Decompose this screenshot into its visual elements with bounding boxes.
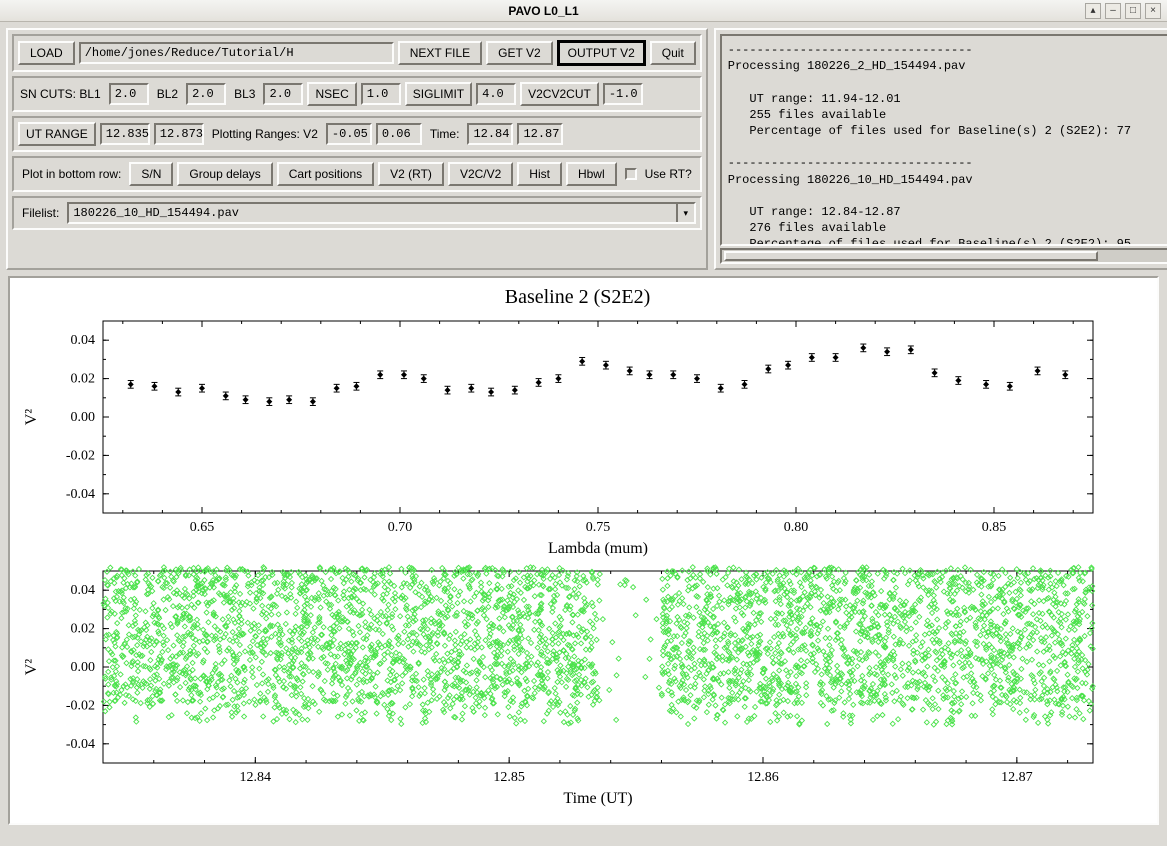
filelist-input[interactable]: 180226_10_HD_154494.pav — [69, 204, 675, 222]
v2cv2cut-input[interactable]: -1.0 — [603, 83, 643, 105]
svg-text:-0.04: -0.04 — [66, 737, 95, 752]
svg-text:Lambda (mum): Lambda (mum) — [548, 540, 648, 557]
nsec-label: NSEC — [307, 82, 356, 106]
row-filelist: Filelist: 180226_10_HD_154494.pav ▾ — [12, 196, 702, 230]
svg-text:12.85: 12.85 — [493, 770, 525, 785]
chart-title: Baseline 2 (S2E2) — [18, 286, 1137, 309]
filelist-combo[interactable]: 180226_10_HD_154494.pav ▾ — [67, 202, 695, 224]
nsec-input[interactable]: 1.0 — [361, 83, 401, 105]
v2-hi-input[interactable]: 0.06 — [376, 123, 422, 145]
svg-text:0.02: 0.02 — [71, 372, 96, 387]
path-input[interactable]: /home/jones/Reduce/Tutorial/H — [79, 42, 394, 64]
dropdown-icon[interactable]: ▾ — [676, 204, 694, 222]
use-rt-checkbox[interactable] — [625, 168, 637, 180]
svg-text:0.85: 0.85 — [982, 520, 1007, 535]
next-file-button[interactable]: NEXT FILE — [398, 41, 482, 65]
plotting-ranges-label: Plotting Ranges: V2 — [208, 124, 322, 144]
svg-text:0.00: 0.00 — [71, 660, 96, 675]
v2-rt-button[interactable]: V2 (RT) — [378, 162, 444, 186]
v2cv2cut-label: V2CV2CUT — [520, 82, 599, 106]
svg-text:-0.02: -0.02 — [66, 698, 95, 713]
row-plot-options: Plot in bottom row: S/N Group delays Car… — [12, 156, 702, 192]
chart-bottom: -0.04 -0.02 0.00 0.02 0.04 12.84 12.85 12.86 12.… — [18, 563, 1113, 813]
load-button[interactable]: LOAD — [18, 41, 75, 65]
filelist-label: Filelist: — [18, 203, 63, 223]
get-v2-button[interactable]: GET V2 — [486, 41, 552, 65]
svg-text:12.87: 12.87 — [1001, 770, 1033, 785]
svg-text:0.65: 0.65 — [190, 520, 215, 535]
row-utrange: UT RANGE 12.835 12.873 Plotting Ranges: … — [12, 116, 702, 152]
svg-text:0.70: 0.70 — [388, 520, 413, 535]
output-v2-button[interactable]: OUTPUT V2 — [557, 40, 646, 66]
bl2-input[interactable]: 2.0 — [186, 83, 226, 105]
svg-text:0.75: 0.75 — [586, 520, 611, 535]
use-rt-label: Use RT? — [641, 164, 696, 184]
siglimit-input[interactable]: 4.0 — [476, 83, 516, 105]
titlebar-roll-icon[interactable]: ▴ — [1085, 3, 1101, 19]
svg-text:0.04: 0.04 — [71, 583, 96, 598]
minimize-icon[interactable]: – — [1105, 3, 1121, 19]
svg-text:V²: V² — [23, 409, 40, 426]
scroll-trough[interactable] — [720, 248, 1167, 264]
maximize-icon[interactable]: □ — [1125, 3, 1141, 19]
ut-hi-input[interactable]: 12.873 — [154, 123, 204, 145]
svg-text:-0.04: -0.04 — [66, 487, 95, 502]
row-sncuts: SN CUTS: BL1 2.0 BL2 2.0 BL3 2.0 NSEC 1.… — [12, 76, 702, 112]
log-hscrollbar[interactable]: ◂ ▸ — [720, 248, 1167, 264]
ut-lo-input[interactable]: 12.835 — [100, 123, 150, 145]
bl3-input[interactable]: 2.0 — [263, 83, 303, 105]
window-title: PAVO L0_L1 — [508, 4, 578, 18]
v2cv2-button[interactable]: V2C/V2 — [448, 162, 513, 186]
close-icon[interactable]: × — [1145, 3, 1161, 19]
utrange-label: UT RANGE — [18, 122, 96, 146]
svg-text:12.84: 12.84 — [240, 770, 272, 785]
cart-positions-button[interactable]: Cart positions — [277, 162, 374, 186]
svg-text:0.04: 0.04 — [71, 333, 96, 348]
bl2-label: BL2 — [153, 84, 182, 104]
controls-panel: LOAD /home/jones/Reduce/Tutorial/H NEXT … — [6, 28, 708, 270]
log-text: ---------------------------------- Proce… — [720, 34, 1167, 246]
time-lo-input[interactable]: 12.84 — [467, 123, 513, 145]
bl3-label: BL3 — [230, 84, 259, 104]
plot-in-bottom-label: Plot in bottom row: — [18, 164, 125, 184]
chart-top: -0.04 -0.02 0.00 0.02 0.04 0.65 0.70 0.75 0.80 0.… — [18, 313, 1113, 563]
sn-button[interactable]: S/N — [129, 162, 173, 186]
svg-text:0.00: 0.00 — [71, 410, 96, 425]
scroll-thumb[interactable] — [724, 251, 1098, 261]
svg-text:12.86: 12.86 — [747, 770, 779, 785]
titlebar: PAVO L0_L1 ▴ – □ × — [0, 0, 1167, 22]
siglimit-label: SIGLIMIT — [405, 82, 472, 106]
svg-text:Time (UT): Time (UT) — [563, 790, 632, 807]
svg-text:-0.02: -0.02 — [66, 448, 95, 463]
row-file-controls: LOAD /home/jones/Reduce/Tutorial/H NEXT … — [12, 34, 702, 72]
hist-button[interactable]: Hist — [517, 162, 562, 186]
time-label: Time: — [426, 124, 464, 144]
log-panel: ---------------------------------- Proce… — [714, 28, 1167, 270]
quit-button[interactable]: Quit — [650, 41, 696, 65]
group-delays-button[interactable]: Group delays — [177, 162, 272, 186]
time-hi-input[interactable]: 12.87 — [517, 123, 563, 145]
v2-lo-input[interactable]: -0.05 — [326, 123, 372, 145]
bl1-input[interactable]: 2.0 — [109, 83, 149, 105]
svg-text:0.80: 0.80 — [784, 520, 809, 535]
svg-text:V²: V² — [23, 659, 40, 676]
svg-text:0.02: 0.02 — [71, 622, 96, 637]
chart-pane: Baseline 2 (S2E2) -0.04 -0.02 0.00 0.02 0.04… — [8, 276, 1159, 825]
hbwl-button[interactable]: Hbwl — [566, 162, 617, 186]
sncuts-label: SN CUTS: BL1 — [18, 84, 105, 104]
